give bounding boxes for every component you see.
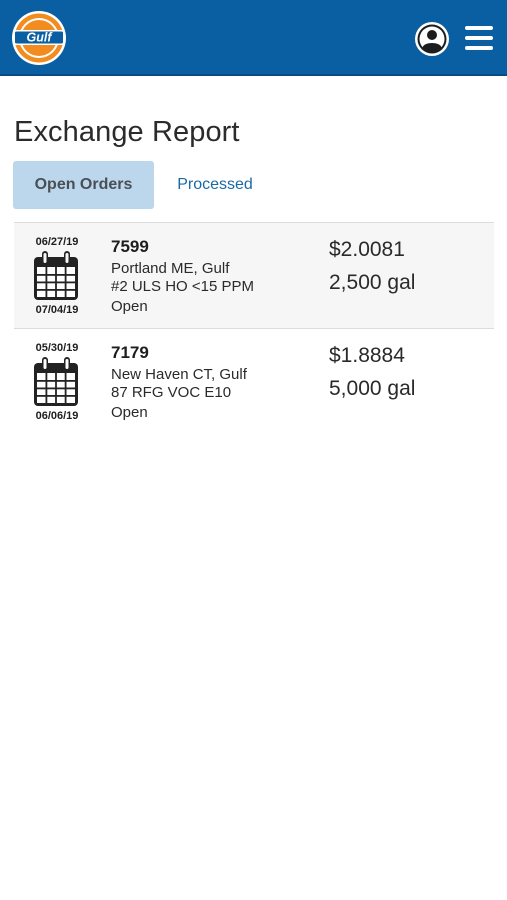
order-price: $2.0081 — [329, 238, 405, 261]
calendar-icon — [34, 357, 78, 406]
order-price: $1.8884 — [329, 344, 405, 367]
order-status: Open — [111, 298, 148, 315]
order-id: 7599 — [111, 237, 149, 256]
page-title: Exchange Report — [14, 116, 240, 148]
order-status: Open — [111, 404, 148, 421]
order-end-date: 07/04/19 — [35, 304, 79, 316]
order-start-date: 05/30/19 — [35, 342, 79, 354]
svg-text:Gulf: Gulf — [27, 31, 54, 45]
user-circle-icon[interactable] — [414, 21, 450, 57]
hamburger-menu-icon[interactable] — [463, 23, 495, 53]
order-start-date: 06/27/19 — [35, 236, 79, 248]
order-location: Portland ME, Gulf — [111, 260, 230, 277]
calendar-icon — [34, 251, 78, 300]
order-product: #2 ULS HO <15 PPM — [111, 278, 254, 295]
order-end-date: 06/06/19 — [35, 410, 79, 422]
order-row[interactable]: 05/30/19 06/06/19 7179 New Haven CT, Gul… — [14, 329, 494, 435]
order-location: New Haven CT, Gulf — [111, 366, 247, 383]
tab-processed[interactable]: Processed — [160, 161, 270, 209]
gulf-logo[interactable]: Gulf — [10, 10, 68, 66]
order-id: 7179 — [111, 343, 149, 362]
order-volume: 5,000 gal — [329, 377, 416, 400]
top-bar: Gulf — [0, 0, 507, 76]
order-row[interactable]: 06/27/19 07/04/19 7599 Portland ME, Gulf… — [14, 223, 494, 329]
order-product: 87 RFG VOC E10 — [111, 384, 232, 401]
tab-open-orders[interactable]: Open Orders — [13, 161, 154, 209]
order-volume: 2,500 gal — [329, 271, 416, 294]
